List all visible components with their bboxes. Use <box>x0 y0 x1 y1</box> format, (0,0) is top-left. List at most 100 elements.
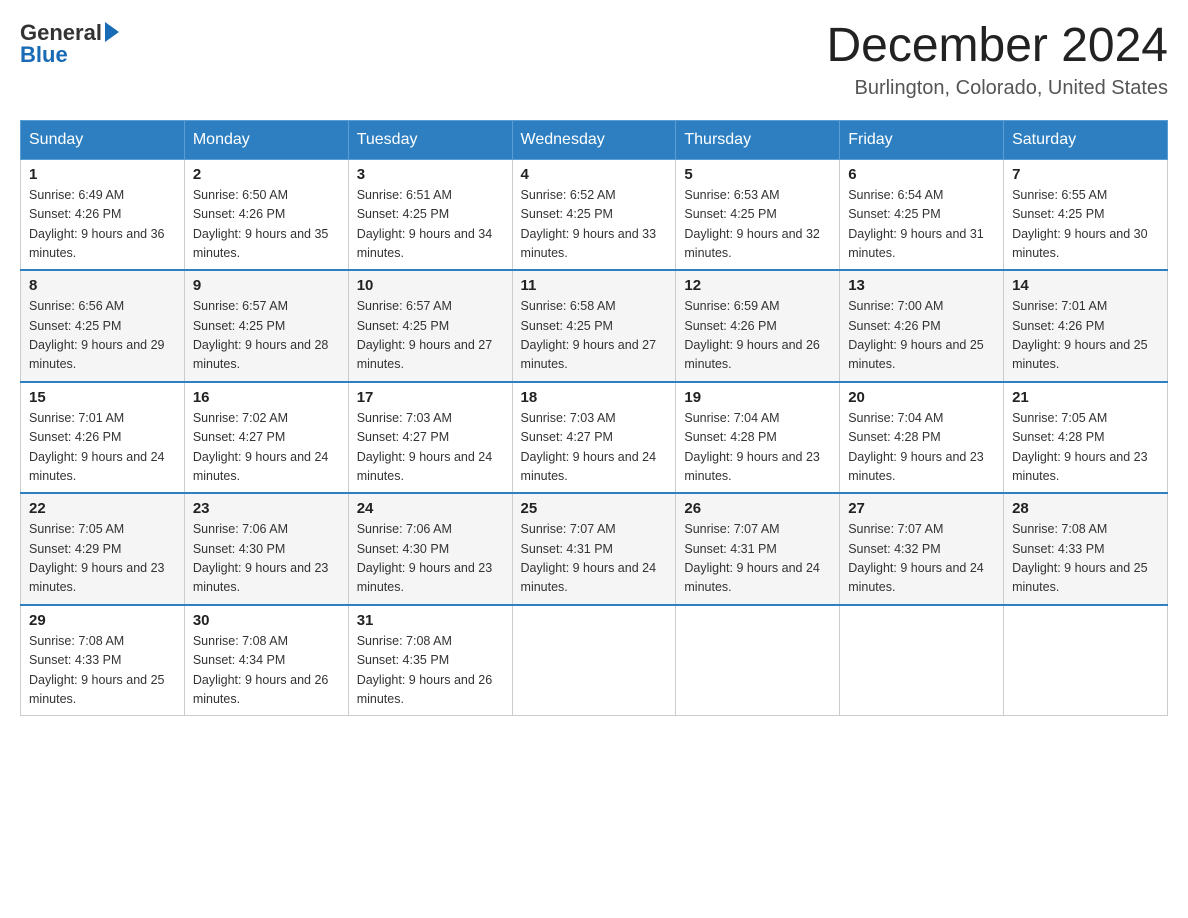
calendar-day-cell: 30 Sunrise: 7:08 AMSunset: 4:34 PMDaylig… <box>184 605 348 716</box>
calendar-day-cell: 26 Sunrise: 7:07 AMSunset: 4:31 PMDaylig… <box>676 493 840 605</box>
calendar-day-cell: 3 Sunrise: 6:51 AMSunset: 4:25 PMDayligh… <box>348 159 512 270</box>
calendar-day-cell <box>676 605 840 716</box>
calendar-day-cell: 5 Sunrise: 6:53 AMSunset: 4:25 PMDayligh… <box>676 159 840 270</box>
weekday-header-friday: Friday <box>840 120 1004 159</box>
day-info: Sunrise: 6:56 AMSunset: 4:25 PMDaylight:… <box>29 299 165 371</box>
logo-arrow-icon <box>105 22 119 42</box>
calendar-day-cell: 23 Sunrise: 7:06 AMSunset: 4:30 PMDaylig… <box>184 493 348 605</box>
calendar-day-cell: 20 Sunrise: 7:04 AMSunset: 4:28 PMDaylig… <box>840 382 1004 494</box>
calendar-day-cell: 18 Sunrise: 7:03 AMSunset: 4:27 PMDaylig… <box>512 382 676 494</box>
calendar-week-row: 29 Sunrise: 7:08 AMSunset: 4:33 PMDaylig… <box>21 605 1168 716</box>
calendar-day-cell: 14 Sunrise: 7:01 AMSunset: 4:26 PMDaylig… <box>1004 270 1168 382</box>
day-number: 30 <box>193 612 340 629</box>
calendar-day-cell: 21 Sunrise: 7:05 AMSunset: 4:28 PMDaylig… <box>1004 382 1168 494</box>
calendar-day-cell: 9 Sunrise: 6:57 AMSunset: 4:25 PMDayligh… <box>184 270 348 382</box>
weekday-header-wednesday: Wednesday <box>512 120 676 159</box>
day-info: Sunrise: 6:57 AMSunset: 4:25 PMDaylight:… <box>357 299 493 371</box>
day-number: 4 <box>521 166 668 183</box>
calendar-day-cell: 25 Sunrise: 7:07 AMSunset: 4:31 PMDaylig… <box>512 493 676 605</box>
weekday-header-thursday: Thursday <box>676 120 840 159</box>
day-number: 12 <box>684 277 831 294</box>
weekday-header-tuesday: Tuesday <box>348 120 512 159</box>
day-info: Sunrise: 6:54 AMSunset: 4:25 PMDaylight:… <box>848 188 984 260</box>
day-number: 29 <box>29 612 176 629</box>
day-info: Sunrise: 6:53 AMSunset: 4:25 PMDaylight:… <box>684 188 820 260</box>
calendar-week-row: 8 Sunrise: 6:56 AMSunset: 4:25 PMDayligh… <box>21 270 1168 382</box>
day-number: 26 <box>684 500 831 517</box>
day-number: 13 <box>848 277 995 294</box>
calendar-week-row: 1 Sunrise: 6:49 AMSunset: 4:26 PMDayligh… <box>21 159 1168 270</box>
day-number: 31 <box>357 612 504 629</box>
day-info: Sunrise: 7:04 AMSunset: 4:28 PMDaylight:… <box>848 411 984 483</box>
page-header: General Blue December 2024 Burlington, C… <box>20 20 1168 100</box>
location-subtitle: Burlington, Colorado, United States <box>826 77 1168 100</box>
calendar-day-cell: 10 Sunrise: 6:57 AMSunset: 4:25 PMDaylig… <box>348 270 512 382</box>
calendar-day-cell: 11 Sunrise: 6:58 AMSunset: 4:25 PMDaylig… <box>512 270 676 382</box>
calendar-day-cell: 28 Sunrise: 7:08 AMSunset: 4:33 PMDaylig… <box>1004 493 1168 605</box>
day-number: 5 <box>684 166 831 183</box>
day-info: Sunrise: 6:50 AMSunset: 4:26 PMDaylight:… <box>193 188 329 260</box>
day-number: 28 <box>1012 500 1159 517</box>
day-number: 7 <box>1012 166 1159 183</box>
day-number: 17 <box>357 389 504 406</box>
day-number: 8 <box>29 277 176 294</box>
calendar-day-cell: 1 Sunrise: 6:49 AMSunset: 4:26 PMDayligh… <box>21 159 185 270</box>
day-info: Sunrise: 7:05 AMSunset: 4:29 PMDaylight:… <box>29 522 165 594</box>
calendar-day-cell: 12 Sunrise: 6:59 AMSunset: 4:26 PMDaylig… <box>676 270 840 382</box>
weekday-header-saturday: Saturday <box>1004 120 1168 159</box>
day-number: 1 <box>29 166 176 183</box>
day-info: Sunrise: 6:49 AMSunset: 4:26 PMDaylight:… <box>29 188 165 260</box>
calendar-day-cell: 31 Sunrise: 7:08 AMSunset: 4:35 PMDaylig… <box>348 605 512 716</box>
day-number: 2 <box>193 166 340 183</box>
day-info: Sunrise: 6:52 AMSunset: 4:25 PMDaylight:… <box>521 188 657 260</box>
calendar-day-cell: 13 Sunrise: 7:00 AMSunset: 4:26 PMDaylig… <box>840 270 1004 382</box>
calendar-day-cell: 27 Sunrise: 7:07 AMSunset: 4:32 PMDaylig… <box>840 493 1004 605</box>
day-info: Sunrise: 6:51 AMSunset: 4:25 PMDaylight:… <box>357 188 493 260</box>
calendar-day-cell: 22 Sunrise: 7:05 AMSunset: 4:29 PMDaylig… <box>21 493 185 605</box>
title-block: December 2024 Burlington, Colorado, Unit… <box>826 20 1168 100</box>
day-info: Sunrise: 7:07 AMSunset: 4:31 PMDaylight:… <box>684 522 820 594</box>
day-info: Sunrise: 7:07 AMSunset: 4:32 PMDaylight:… <box>848 522 984 594</box>
day-info: Sunrise: 7:07 AMSunset: 4:31 PMDaylight:… <box>521 522 657 594</box>
logo-text-blue: Blue <box>20 42 119 68</box>
day-info: Sunrise: 7:08 AMSunset: 4:33 PMDaylight:… <box>29 634 165 706</box>
day-info: Sunrise: 7:06 AMSunset: 4:30 PMDaylight:… <box>357 522 493 594</box>
day-info: Sunrise: 7:01 AMSunset: 4:26 PMDaylight:… <box>1012 299 1148 371</box>
logo: General Blue <box>20 20 119 68</box>
day-number: 27 <box>848 500 995 517</box>
calendar-day-cell: 19 Sunrise: 7:04 AMSunset: 4:28 PMDaylig… <box>676 382 840 494</box>
calendar-week-row: 22 Sunrise: 7:05 AMSunset: 4:29 PMDaylig… <box>21 493 1168 605</box>
day-number: 18 <box>521 389 668 406</box>
day-number: 20 <box>848 389 995 406</box>
day-number: 23 <box>193 500 340 517</box>
calendar-day-cell: 4 Sunrise: 6:52 AMSunset: 4:25 PMDayligh… <box>512 159 676 270</box>
day-info: Sunrise: 7:08 AMSunset: 4:35 PMDaylight:… <box>357 634 493 706</box>
day-number: 11 <box>521 277 668 294</box>
weekday-header-row: SundayMondayTuesdayWednesdayThursdayFrid… <box>21 120 1168 159</box>
day-info: Sunrise: 7:08 AMSunset: 4:33 PMDaylight:… <box>1012 522 1148 594</box>
calendar-day-cell: 24 Sunrise: 7:06 AMSunset: 4:30 PMDaylig… <box>348 493 512 605</box>
day-info: Sunrise: 7:04 AMSunset: 4:28 PMDaylight:… <box>684 411 820 483</box>
day-info: Sunrise: 6:59 AMSunset: 4:26 PMDaylight:… <box>684 299 820 371</box>
day-info: Sunrise: 7:05 AMSunset: 4:28 PMDaylight:… <box>1012 411 1148 483</box>
day-info: Sunrise: 6:55 AMSunset: 4:25 PMDaylight:… <box>1012 188 1148 260</box>
day-info: Sunrise: 7:01 AMSunset: 4:26 PMDaylight:… <box>29 411 165 483</box>
day-info: Sunrise: 7:03 AMSunset: 4:27 PMDaylight:… <box>521 411 657 483</box>
calendar-day-cell: 17 Sunrise: 7:03 AMSunset: 4:27 PMDaylig… <box>348 382 512 494</box>
calendar-day-cell: 6 Sunrise: 6:54 AMSunset: 4:25 PMDayligh… <box>840 159 1004 270</box>
calendar-day-cell: 8 Sunrise: 6:56 AMSunset: 4:25 PMDayligh… <box>21 270 185 382</box>
day-number: 14 <box>1012 277 1159 294</box>
day-number: 24 <box>357 500 504 517</box>
day-number: 15 <box>29 389 176 406</box>
day-number: 25 <box>521 500 668 517</box>
day-info: Sunrise: 6:57 AMSunset: 4:25 PMDaylight:… <box>193 299 329 371</box>
calendar-day-cell: 15 Sunrise: 7:01 AMSunset: 4:26 PMDaylig… <box>21 382 185 494</box>
day-info: Sunrise: 7:08 AMSunset: 4:34 PMDaylight:… <box>193 634 329 706</box>
weekday-header-sunday: Sunday <box>21 120 185 159</box>
calendar-table: SundayMondayTuesdayWednesdayThursdayFrid… <box>20 120 1168 717</box>
calendar-day-cell: 29 Sunrise: 7:08 AMSunset: 4:33 PMDaylig… <box>21 605 185 716</box>
month-title: December 2024 <box>826 20 1168 73</box>
calendar-day-cell: 7 Sunrise: 6:55 AMSunset: 4:25 PMDayligh… <box>1004 159 1168 270</box>
calendar-day-cell <box>1004 605 1168 716</box>
day-info: Sunrise: 7:02 AMSunset: 4:27 PMDaylight:… <box>193 411 329 483</box>
